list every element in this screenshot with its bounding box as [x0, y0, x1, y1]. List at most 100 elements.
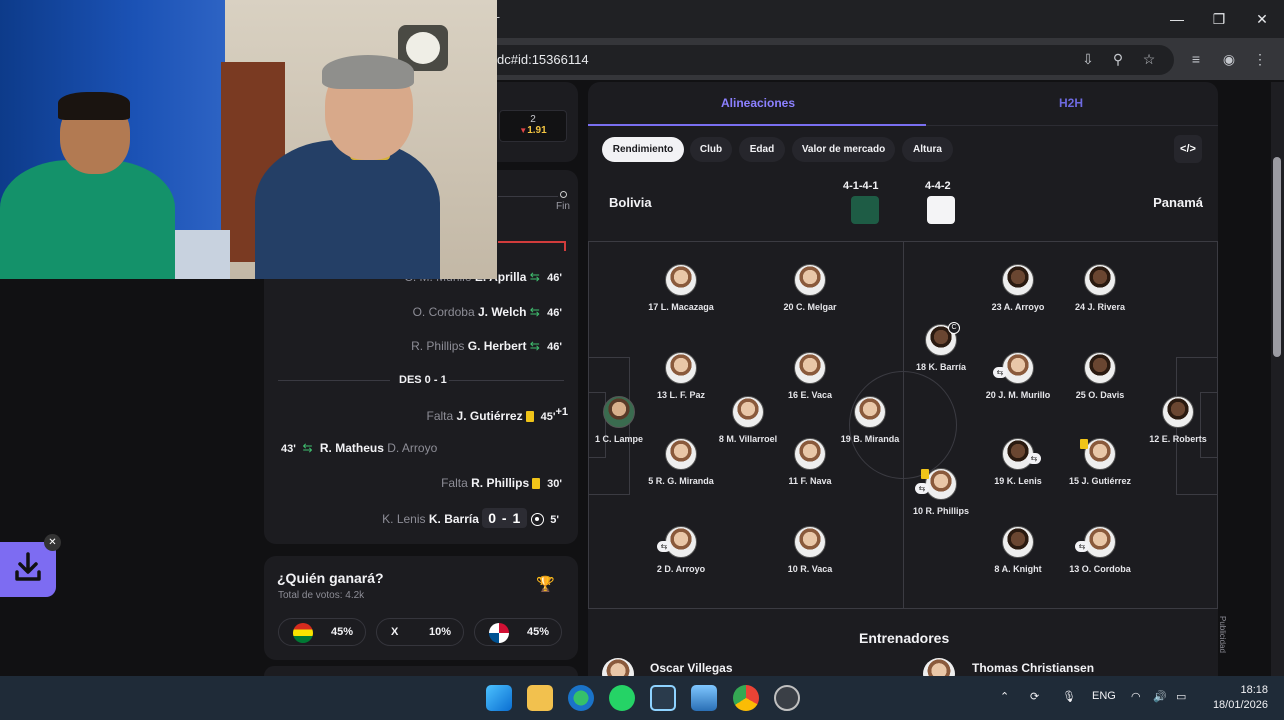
- player-home[interactable]: 20 C. Melgar: [765, 264, 855, 312]
- vote-panama-button[interactable]: 45%: [474, 618, 562, 646]
- install-app-icon[interactable]: ⇩: [1078, 49, 1098, 69]
- timeline-end-marker: [560, 191, 567, 198]
- whatsapp-icon[interactable]: [609, 685, 635, 711]
- player-home[interactable]: 13 L. F. Paz: [636, 352, 726, 400]
- taskbar-clock[interactable]: 18:18 18/01/2026: [1206, 683, 1268, 713]
- tray-chevron-icon[interactable]: ⌃: [1000, 690, 1009, 703]
- chip-edad[interactable]: Edad: [739, 137, 785, 162]
- player-avatar: ⇆: [915, 468, 957, 500]
- event-substitution: 43' ⇆ R. Matheus D. Arroyo: [281, 441, 438, 455]
- player-home[interactable]: 5 R. G. Miranda: [636, 438, 726, 486]
- player-avatar: [854, 396, 886, 428]
- substitution-badge-icon: ⇆: [657, 541, 671, 552]
- player-home[interactable]: ⇆ 2 D. Arroyo: [636, 526, 726, 574]
- windows-start-icon[interactable]: [486, 685, 512, 711]
- home-coach-name[interactable]: Oscar Villegas: [650, 661, 733, 675]
- download-icon: [15, 552, 41, 581]
- timeline-progress-tick: [564, 241, 566, 251]
- player-avatar: [1002, 264, 1034, 296]
- bookmark-star-icon[interactable]: ☆: [1139, 49, 1159, 69]
- obs-icon[interactable]: [774, 685, 800, 711]
- player-avatar: ⇆: [657, 526, 697, 558]
- zoom-icon[interactable]: ⚲: [1108, 49, 1128, 69]
- tab-h2h[interactable]: H2H: [1059, 96, 1083, 110]
- profile-icon[interactable]: ◉: [1219, 49, 1239, 69]
- media-control-icon[interactable]: ≡: [1186, 49, 1206, 69]
- odds-value: ▼1.91: [519, 125, 547, 136]
- chip-club[interactable]: Club: [690, 137, 732, 162]
- player-home[interactable]: 17 L. Macazaga: [636, 264, 726, 312]
- away-team-name: Panamá: [1153, 195, 1203, 210]
- player-away[interactable]: 23 A. Arroyo: [973, 264, 1063, 312]
- microphone-icon[interactable]: 🎙: [1062, 690, 1076, 703]
- chrome-icon[interactable]: [733, 685, 759, 711]
- substitution-icon: ⇆: [529, 339, 540, 353]
- battery-icon[interactable]: ▭: [1176, 690, 1186, 703]
- mail-icon[interactable]: [650, 685, 676, 711]
- player-away[interactable]: 25 O. Davis: [1055, 352, 1145, 400]
- player-avatar: [1002, 526, 1034, 558]
- sync-icon[interactable]: ⟳: [1030, 690, 1039, 703]
- next-card-edge: [264, 666, 578, 676]
- timeline-track: [498, 196, 558, 197]
- away-coach-name[interactable]: Thomas Christiansen: [972, 661, 1094, 675]
- clock-time: 18:18: [1240, 684, 1268, 696]
- lineups-tabs: Alineaciones H2H: [588, 82, 1218, 126]
- home-formation: 4-1-4-1: [843, 180, 879, 192]
- tab-alineaciones[interactable]: Alineaciones: [721, 96, 795, 110]
- captain-badge-icon: C: [948, 322, 960, 334]
- download-widget-close-button[interactable]: ✕: [44, 534, 61, 551]
- player-avatar: C: [925, 322, 960, 356]
- chip-rendimiento[interactable]: Rendimiento: [602, 137, 684, 162]
- odds-box[interactable]: 2 ▼1.91: [499, 110, 567, 142]
- halftime-divider-left: [278, 380, 390, 381]
- webcam-overlay: [0, 0, 497, 279]
- chip-valor-de-mercado[interactable]: Valor de mercado: [792, 137, 895, 162]
- halftime-divider-right: [449, 380, 564, 381]
- home-team-name: Bolivia: [609, 195, 652, 210]
- photos-icon[interactable]: [691, 685, 717, 711]
- away-jersey-icon: [927, 196, 955, 224]
- address-bar-url[interactable]: dc#id:15366114: [497, 52, 589, 67]
- player-away[interactable]: 15 J. Gutiérrez: [1055, 438, 1145, 486]
- halftime-divider-label: DES 0 - 1: [399, 374, 447, 386]
- player-away[interactable]: ⇆ 13 O. Cordoba: [1055, 526, 1145, 574]
- player-home[interactable]: 19 B. Miranda: [825, 396, 915, 444]
- player-away[interactable]: 8 A. Knight: [973, 526, 1063, 574]
- volume-icon[interactable]: 🔊: [1153, 690, 1167, 703]
- menu-kebab-icon[interactable]: ⋮: [1250, 49, 1270, 69]
- close-window-button[interactable]: ✕: [1251, 9, 1273, 29]
- minimize-button[interactable]: —: [1166, 9, 1188, 29]
- player-home[interactable]: 8 M. Villarroel: [703, 396, 793, 444]
- player-home[interactable]: 1 C. Lampe: [574, 396, 664, 444]
- file-explorer-icon[interactable]: [527, 685, 553, 711]
- player-away[interactable]: C 18 K. Barría: [896, 322, 986, 372]
- chip-altura[interactable]: Altura: [902, 137, 953, 162]
- player-away[interactable]: 24 J. Rivera: [1055, 264, 1145, 312]
- vote-draw-button[interactable]: X 10%: [376, 618, 464, 646]
- player-avatar: ⇆: [993, 352, 1034, 384]
- maximize-button[interactable]: ❐: [1208, 9, 1230, 29]
- language-indicator[interactable]: ENG: [1092, 690, 1116, 702]
- webcam-person-left: [0, 90, 180, 279]
- player-avatar: [1162, 396, 1194, 428]
- player-home[interactable]: 10 R. Vaca: [765, 526, 855, 574]
- scrollbar-thumb[interactable]: [1273, 157, 1281, 357]
- player-home[interactable]: 11 F. Nava: [765, 438, 855, 486]
- substitution-badge-icon: ⇆: [1027, 453, 1041, 464]
- player-away[interactable]: ⇆ 10 R. Phillips: [896, 468, 986, 516]
- download-widget-button[interactable]: [0, 542, 56, 597]
- embed-code-button[interactable]: </>: [1174, 135, 1202, 163]
- player-away[interactable]: ⇆ 20 J. M. Murillo: [973, 352, 1063, 400]
- vote-bolivia-button[interactable]: 45%: [278, 618, 366, 646]
- player-away[interactable]: ⇆ 19 K. Lenis: [973, 438, 1063, 486]
- player-away[interactable]: 12 E. Roberts: [1133, 396, 1223, 444]
- wifi-icon[interactable]: ◠: [1131, 690, 1141, 703]
- player-avatar: ⇆: [1075, 526, 1116, 558]
- trophy-icon: 🏆: [536, 576, 555, 593]
- player-home[interactable]: 16 E. Vaca: [765, 352, 855, 400]
- event-yellow-card: Falta J. Gutiérrez 45'+1: [426, 406, 568, 423]
- panama-flag-icon: [489, 623, 509, 643]
- odds-label: 2: [530, 114, 536, 125]
- edge-icon[interactable]: [568, 685, 594, 711]
